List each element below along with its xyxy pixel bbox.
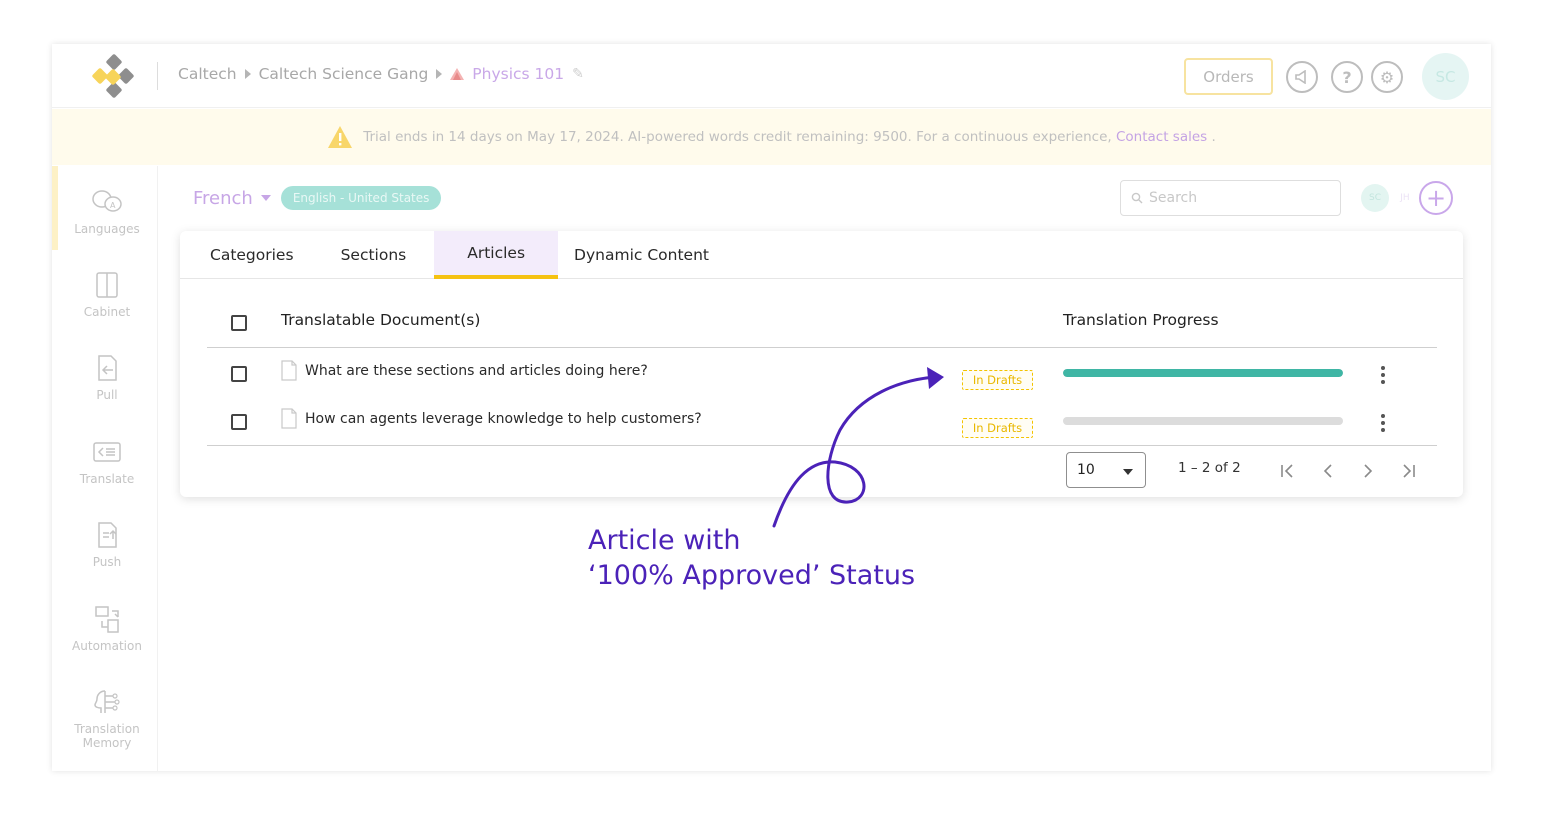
- annotation-arrow: [772, 367, 944, 528]
- annotation-callout: Article with ‘100% Approved’ Status: [588, 523, 915, 593]
- annotation-line-2: ‘100% Approved’ Status: [588, 560, 916, 591]
- annotation-line-1: Article with: [588, 525, 741, 556]
